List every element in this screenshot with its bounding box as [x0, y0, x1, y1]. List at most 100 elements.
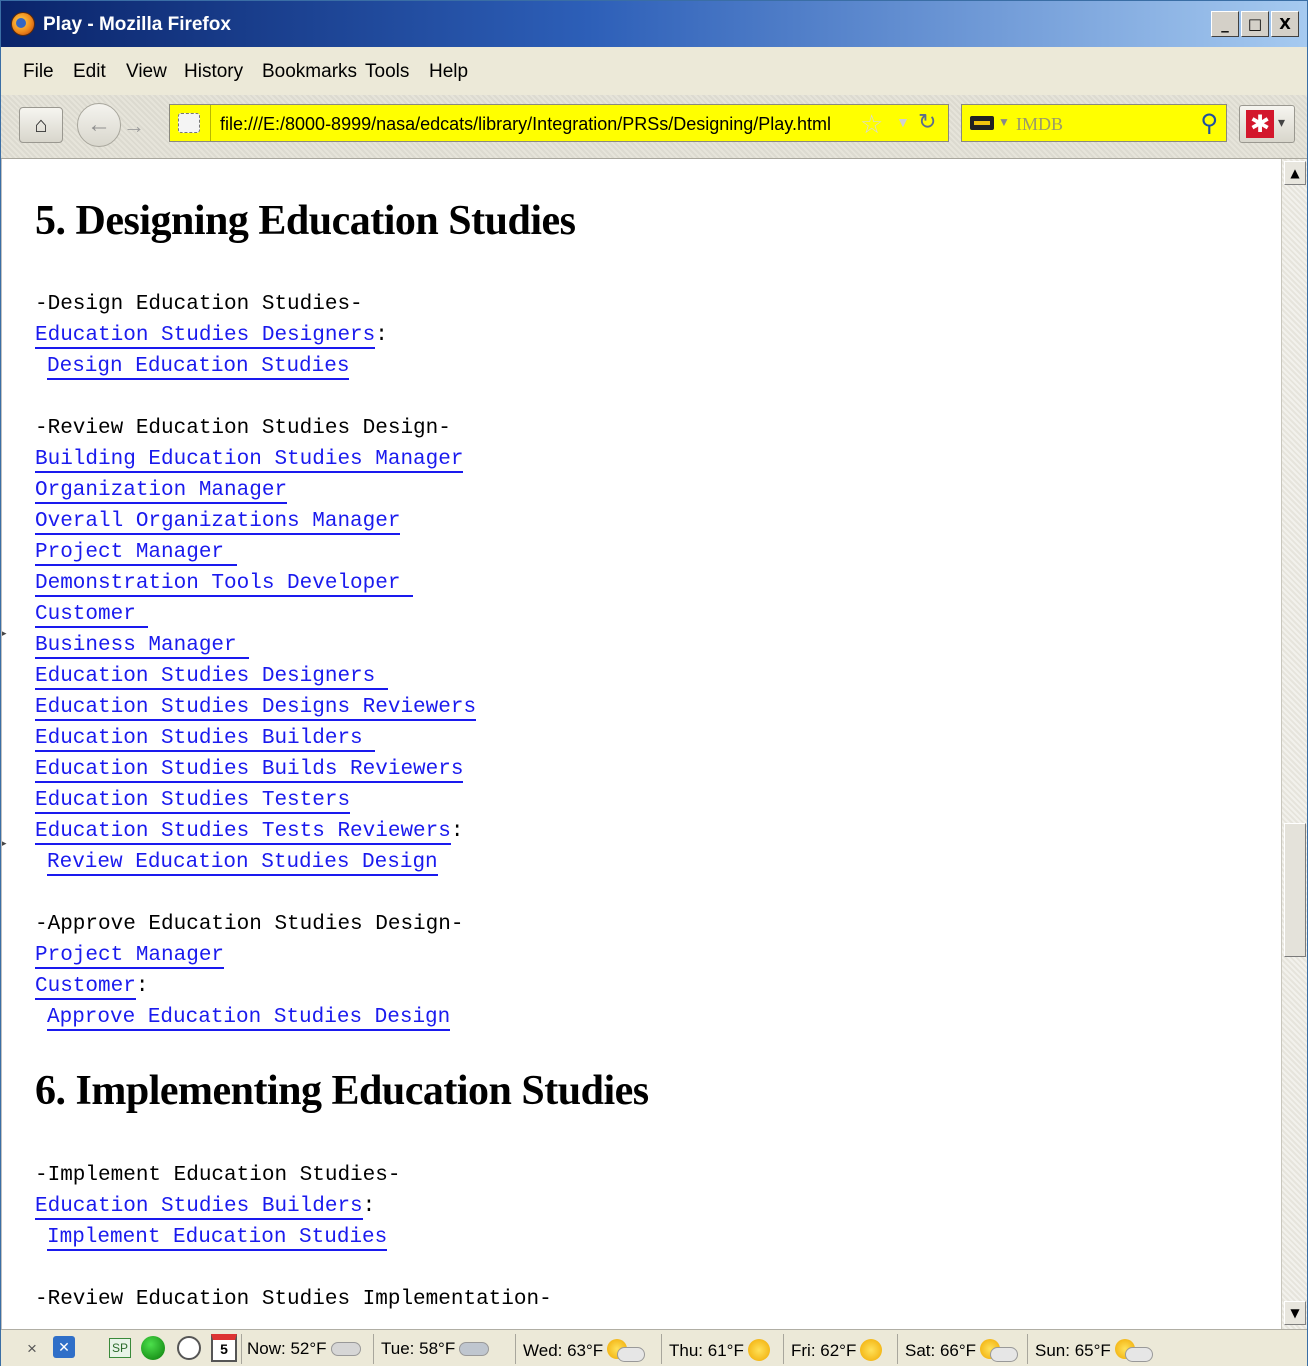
weather-label: Thu: 61°F — [669, 1341, 744, 1360]
clock-icon[interactable] — [177, 1336, 201, 1360]
scroll-thumb[interactable] — [1284, 823, 1306, 957]
action-link[interactable]: Review Education Studies Design — [47, 851, 438, 876]
role-link[interactable]: Building Education Studies Manager — [35, 448, 464, 473]
home-button[interactable]: ⌂ — [19, 107, 63, 143]
colon: : — [362, 1195, 376, 1218]
scroll-up-arrow-icon[interactable]: ▲ — [1284, 161, 1306, 185]
action-link[interactable]: Approve Education Studies Design — [47, 1006, 451, 1031]
weather-sat[interactable]: Sat: 66°F — [905, 1339, 1019, 1362]
role-line: Project Manager — [35, 537, 935, 568]
role-line: Business Manager — [35, 630, 935, 661]
weather-thu[interactable]: Thu: 61°F — [669, 1339, 770, 1361]
role-link[interactable]: Customer — [35, 603, 149, 628]
scroll-down-arrow-icon[interactable]: ▼ — [1284, 1301, 1306, 1325]
xmarks-icon[interactable]: ✕ — [53, 1336, 75, 1358]
role-link[interactable]: Organization Manager — [35, 479, 288, 504]
role-link[interactable]: Project Manager — [35, 541, 237, 566]
role-link[interactable]: Education Studies Designers — [35, 324, 376, 349]
vertical-scrollbar[interactable]: ▲ ▼ — [1281, 159, 1307, 1329]
weather-sun[interactable]: Sun: 65°F — [1035, 1339, 1153, 1362]
sidebar-grip-icon[interactable]: ▸ — [2, 629, 12, 639]
status-bar: × ✕ SP 5 Now: 52°F Tue: 58°F Wed: 63°F T… — [1, 1329, 1307, 1366]
sun-icon — [860, 1339, 883, 1361]
role-link[interactable]: Business Manager — [35, 634, 250, 659]
role-link[interactable]: Education Studies Designs Reviewers — [35, 696, 477, 721]
imdb-engine-icon[interactable] — [970, 116, 994, 130]
sun-cloud-icon — [1114, 1339, 1153, 1362]
role-line: Education Studies Builders — [35, 723, 935, 754]
forward-arrow-icon: → — [123, 113, 145, 138]
weather-now[interactable]: Now: 52°F — [247, 1339, 361, 1359]
role-link[interactable]: Education Studies Tests Reviewers — [35, 820, 451, 845]
role-link[interactable]: Overall Organizations Manager — [35, 510, 401, 535]
block-title: -Design Education Studies- — [35, 293, 363, 316]
url-history-dropdown-icon[interactable]: ▼ — [896, 114, 910, 130]
close-button[interactable]: X — [1271, 11, 1299, 37]
menu-history[interactable]: History — [184, 61, 243, 83]
role-line: Education Studies Builds Reviewers — [35, 754, 935, 785]
menu-view[interactable]: View — [126, 61, 167, 83]
role-link[interactable]: Education Studies Builders — [35, 1195, 363, 1220]
addon-button[interactable]: ✱ ▾ — [1239, 105, 1295, 143]
search-input[interactable]: IMDB — [1016, 114, 1063, 135]
role-line: Organization Manager — [35, 475, 935, 506]
back-button[interactable]: ← — [77, 103, 121, 147]
home-icon: ⌂ — [34, 112, 48, 137]
sidebar-grip-icon[interactable]: ▸ — [2, 839, 12, 849]
weather-wed[interactable]: Wed: 63°F — [523, 1339, 646, 1362]
role-link[interactable]: Demonstration Tools Developer — [35, 572, 414, 597]
weather-label: Sat: 66°F — [905, 1341, 977, 1360]
status-separator — [897, 1334, 898, 1364]
action-link[interactable]: Design Education Studies — [47, 355, 350, 380]
action-line: Approve Education Studies Design — [35, 1002, 935, 1033]
forward-button[interactable]: → — [123, 113, 145, 139]
role-link[interactable]: Customer — [35, 975, 136, 1000]
section-6-heading: 6. Implementing Education Studies — [35, 1068, 649, 1114]
menu-bookmarks[interactable]: Bookmarks — [262, 61, 357, 83]
status-separator — [373, 1334, 374, 1364]
url-text[interactable]: file:///E:/8000-8999/nasa/edcats/library… — [220, 114, 831, 135]
action-link[interactable]: Implement Education Studies — [47, 1226, 388, 1251]
section-5-heading: 5. Designing Education Studies — [35, 198, 576, 244]
colon: : — [375, 324, 388, 347]
search-engine-dropdown-icon[interactable]: ▼ — [998, 115, 1010, 129]
navigation-toolbar: ⌂ ← → file:///E:/8000-8999/nasa/edcats/l… — [1, 95, 1307, 159]
weather-label: Tue: 58°F — [381, 1339, 456, 1358]
close-addon-bar-icon[interactable]: × — [27, 1339, 37, 1359]
role-line: Education Studies Designs Reviewers — [35, 692, 935, 723]
weather-label: Wed: 63°F — [523, 1341, 604, 1360]
back-arrow-icon: ← — [87, 111, 111, 138]
reload-icon[interactable]: ↻ — [918, 110, 936, 135]
search-bar[interactable]: ▼ IMDB ⚲ — [961, 104, 1227, 142]
menu-edit[interactable]: Edit — [73, 61, 106, 83]
weather-fri[interactable]: Fri: 62°F — [791, 1339, 883, 1361]
url-bar[interactable]: file:///E:/8000-8999/nasa/edcats/library… — [169, 104, 949, 142]
role-link[interactable]: Education Studies Designers — [35, 665, 388, 690]
search-magnifier-icon[interactable]: ⚲ — [1200, 109, 1218, 137]
status-separator — [1027, 1334, 1028, 1364]
role-link[interactable]: Education Studies Builders — [35, 727, 376, 752]
green-status-icon[interactable] — [141, 1336, 165, 1360]
bookmark-star-icon[interactable]: ☆ — [860, 109, 883, 140]
minimize-button[interactable]: _ — [1211, 11, 1239, 37]
rain-cloud-icon — [459, 1342, 490, 1356]
action-line: Review Education Studies Design — [35, 847, 935, 878]
weather-tue[interactable]: Tue: 58°F — [381, 1339, 490, 1359]
maximize-button[interactable]: □ — [1241, 11, 1269, 37]
role-link[interactable]: Education Studies Builds Reviewers — [35, 758, 464, 783]
page-content: ▸ ▸ 5. Designing Education Studies -Desi… — [1, 159, 1281, 1329]
menu-tools[interactable]: Tools — [365, 61, 409, 83]
role-line: Project Manager — [35, 940, 935, 971]
sun-cloud-icon — [980, 1339, 1019, 1362]
weather-label: Now: 52°F — [247, 1339, 327, 1358]
menu-file[interactable]: File — [23, 61, 54, 83]
sun-cloud-icon — [607, 1339, 646, 1362]
sp-icon[interactable]: SP — [109, 1338, 132, 1358]
site-identity-icon[interactable] — [178, 113, 200, 133]
role-link[interactable]: Project Manager — [35, 944, 225, 969]
addon-dropdown-icon[interactable]: ▾ — [1278, 114, 1285, 131]
menu-help[interactable]: Help — [429, 61, 468, 83]
calendar-icon[interactable]: 5 — [211, 1334, 237, 1362]
role-link[interactable]: Education Studies Testers — [35, 789, 351, 814]
